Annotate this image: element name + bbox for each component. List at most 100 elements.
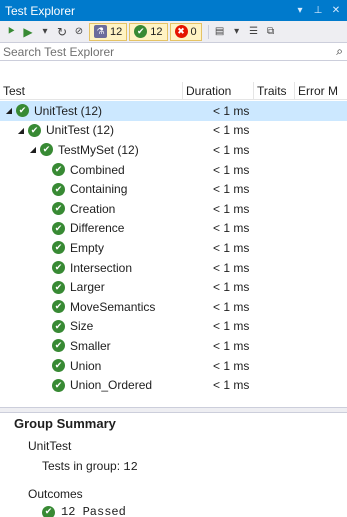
failed-tests-filter[interactable]: ✖ 0	[169, 22, 202, 41]
test-name: Union	[70, 358, 102, 373]
passed-check-icon: ✔	[52, 202, 65, 216]
search-input[interactable]: Search Test Explorer	[3, 45, 336, 59]
test-duration: < 1 ms	[213, 240, 250, 255]
test-duration: < 1 ms	[213, 260, 250, 275]
summary-title: Group Summary	[14, 416, 116, 431]
passed-check-icon: ✔	[52, 359, 65, 373]
expand-arrow-icon[interactable]: ◢	[28, 145, 38, 154]
test-duration: < 1 ms	[213, 103, 250, 118]
toolbar-separator	[207, 24, 209, 39]
error-icon: ✖	[174, 25, 188, 38]
group-by-icon[interactable]: ☰	[247, 23, 261, 40]
passed-check-icon: ✔	[52, 300, 65, 314]
passed-check-icon: ✔	[52, 378, 65, 392]
total-tests-filter[interactable]: ⚗ 12	[89, 22, 128, 41]
tests-in-group-label: Tests in group:	[42, 459, 121, 473]
test-duration: < 1 ms	[213, 182, 250, 197]
test-name: Containing	[70, 182, 128, 197]
passed-check-icon: ✔	[52, 319, 65, 333]
passed-text: 12 Passed	[61, 505, 126, 517]
test-name-cell: ◢ ✔ UnitTest (12)	[0, 104, 183, 118]
test-name-cell: ◢ ✔ UnitTest (12)	[0, 123, 183, 137]
test-name: MoveSemantics	[70, 299, 156, 314]
pin-icon[interactable]: ⊥	[311, 5, 325, 16]
run-dropdown-icon[interactable]: ▾	[38, 23, 52, 40]
test-row[interactable]: ✔ Combined < 1 ms	[0, 160, 347, 180]
test-row[interactable]: ✔ Size < 1 ms	[0, 317, 347, 337]
expand-arrow-icon[interactable]: ◢	[4, 106, 14, 115]
settings-icon[interactable]: ⧉	[264, 23, 278, 40]
test-duration: < 1 ms	[213, 338, 250, 353]
test-name-cell: ✔ Union_Ordered	[0, 378, 183, 392]
test-name-cell: ✔ Empty	[0, 241, 183, 255]
summary-tests-in-group: Tests in group: 12	[42, 459, 138, 474]
test-row[interactable]: ◢ ✔ UnitTest (12) < 1 ms	[0, 101, 347, 121]
test-row[interactable]: ◢ ✔ TestMySet (12) < 1 ms	[0, 140, 347, 160]
test-row[interactable]: ✔ MoveSemantics < 1 ms	[0, 297, 347, 317]
passed-check-icon: ✔	[52, 163, 65, 177]
group-summary-panel: Group Summary UnitTest Tests in group: 1…	[0, 413, 347, 517]
test-name: Larger	[70, 280, 105, 295]
test-row[interactable]: ✔ Smaller < 1 ms	[0, 336, 347, 356]
test-name-cell: ✔ Combined	[0, 163, 183, 177]
test-duration: < 1 ms	[213, 162, 250, 177]
test-row[interactable]: ✔ Intersection < 1 ms	[0, 258, 347, 278]
test-row[interactable]: ✔ Empty < 1 ms	[0, 238, 347, 258]
expand-arrow-icon[interactable]: ◢	[16, 126, 26, 135]
passed-check-icon: ✔	[52, 182, 65, 196]
run-icon[interactable]: ▶	[21, 23, 35, 40]
test-row[interactable]: ✔ Union < 1 ms	[0, 356, 347, 376]
summary-outcomes-label: Outcomes	[28, 487, 83, 501]
test-row[interactable]: ✔ Creation < 1 ms	[0, 199, 347, 219]
test-name-cell: ✔ Size	[0, 319, 183, 333]
test-name-cell: ✔ Difference	[0, 221, 183, 235]
summary-group-name: UnitTest	[28, 439, 72, 453]
playlist-dropdown-icon[interactable]: ▾	[230, 23, 244, 40]
test-duration: < 1 ms	[213, 142, 250, 157]
tests-in-group-count: 12	[123, 460, 138, 474]
test-name-cell: ✔ Smaller	[0, 339, 183, 353]
dropdown-icon[interactable]: ▾	[293, 5, 307, 16]
test-duration: < 1 ms	[213, 280, 250, 295]
column-traits[interactable]: Traits	[254, 81, 295, 100]
search-box[interactable]: Search Test Explorer ⌕	[0, 42, 347, 61]
test-row[interactable]: ✔ Difference < 1 ms	[0, 219, 347, 239]
test-name: UnitTest (12)	[46, 123, 115, 138]
test-name-cell: ✔ Union	[0, 359, 183, 373]
column-test[interactable]: Test	[0, 81, 183, 100]
test-name: Smaller	[70, 338, 111, 353]
passed-check-icon: ✔	[52, 261, 65, 275]
playlist-icon[interactable]: ▤	[213, 23, 227, 40]
column-error-message[interactable]: Error M	[295, 82, 347, 100]
test-name: TestMySet (12)	[58, 142, 139, 157]
passed-check-icon: ✔	[52, 280, 65, 294]
test-name-cell: ◢ ✔ TestMySet (12)	[0, 143, 183, 157]
test-name: Creation	[70, 201, 116, 216]
column-duration[interactable]: Duration	[183, 81, 254, 100]
test-tree: ◢ ✔ UnitTest (12) < 1 ms ◢ ✔ UnitTest (12) < 1 …	[0, 101, 347, 395]
window-title-bar: Test Explorer ▾ ⊥ ✕	[0, 0, 347, 21]
test-name-cell: ✔ MoveSemantics	[0, 300, 183, 314]
test-name-cell: ✔ Intersection	[0, 261, 183, 275]
search-icon[interactable]: ⌕	[336, 44, 343, 59]
toolbar: ⯈ ▶ ▾ ↻ ⊘ ⚗ 12 ✔ 12 ✖ 0 ▤ ▾ ☰ ⧉	[0, 21, 347, 42]
test-row[interactable]: ✔ Containing < 1 ms	[0, 179, 347, 199]
test-duration: < 1 ms	[213, 319, 250, 334]
close-icon[interactable]: ✕	[329, 5, 343, 16]
passed-tests-filter[interactable]: ✔ 12	[129, 22, 168, 41]
test-row[interactable]: ✔ Larger < 1 ms	[0, 277, 347, 297]
passed-check-icon: ✔	[52, 241, 65, 255]
test-name-cell: ✔ Larger	[0, 280, 183, 294]
run-all-icon[interactable]: ⯈	[4, 23, 18, 40]
flask-icon: ⚗	[94, 25, 107, 38]
column-header: Test Duration Traits Error M	[0, 81, 347, 100]
check-icon: ✔	[42, 505, 55, 517]
summary-passed-outcome[interactable]: ✔ 12 Passed	[42, 505, 126, 517]
refresh-icon[interactable]: ↻	[55, 23, 69, 40]
test-row[interactable]: ◢ ✔ UnitTest (12) < 1 ms	[0, 121, 347, 141]
passed-check-icon: ✔	[52, 339, 65, 353]
test-row[interactable]: ✔ Union_Ordered < 1 ms	[0, 375, 347, 395]
cancel-icon[interactable]: ⊘	[72, 23, 86, 40]
test-name: Size	[70, 319, 94, 334]
test-duration: < 1 ms	[213, 221, 250, 236]
